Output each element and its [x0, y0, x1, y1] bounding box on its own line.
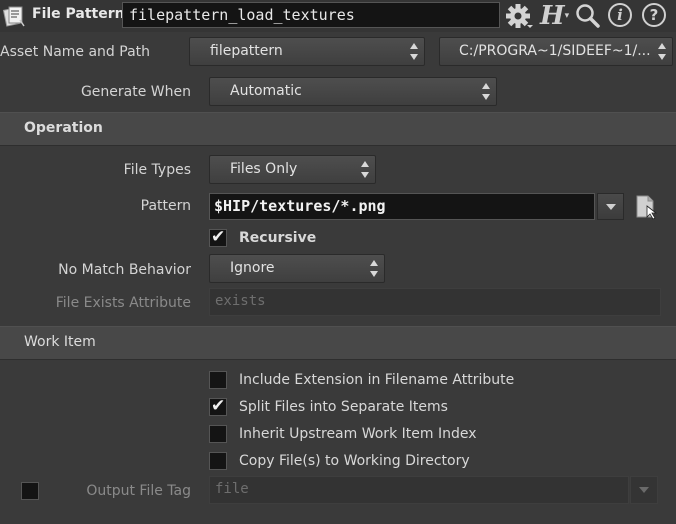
operation-section-title: Operation: [24, 120, 103, 136]
file-exists-attribute-field[interactable]: exists: [209, 288, 661, 316]
magnify-icon[interactable]: [574, 2, 602, 30]
copy-files-label: Copy File(s) to Working Directory: [239, 453, 470, 469]
file-types-value: Files Only: [230, 161, 298, 177]
houdini-h-glyph: H: [540, 1, 565, 31]
spinner-arrows-icon: [410, 43, 418, 60]
chevron-down-icon: [639, 487, 649, 493]
include-extension-label: Include Extension in Filename Attribute: [239, 372, 515, 388]
generate-when-value: Automatic: [230, 83, 302, 99]
operation-section-header[interactable]: Operation: [0, 112, 676, 146]
output-file-tag-toggle-checkbox[interactable]: [21, 482, 39, 500]
inherit-index-label: Inherit Upstream Work Item Index: [239, 426, 477, 442]
pattern-label: Pattern: [140, 198, 191, 214]
copy-files-checkbox[interactable]: [209, 452, 227, 470]
file-types-menu[interactable]: Files Only: [209, 155, 376, 184]
recursive-label: Recursive: [239, 230, 317, 246]
pattern-input[interactable]: $HIP/textures/*.png: [209, 193, 595, 220]
help-icon[interactable]: ?: [642, 2, 670, 30]
output-file-tag-field[interactable]: file: [209, 476, 629, 504]
asset-name-value: filepattern: [210, 43, 283, 59]
help-glyph: ?: [642, 3, 666, 27]
spinner-arrows-icon: [361, 161, 369, 178]
work-item-section-header[interactable]: Work Item: [0, 326, 676, 360]
info-glyph: i: [608, 3, 632, 27]
chevron-down-icon: [606, 204, 616, 210]
include-extension-checkbox[interactable]: [209, 371, 227, 389]
recursive-checkbox[interactable]: [209, 227, 227, 247]
spinner-arrows-icon: [658, 43, 666, 60]
spinner-arrows-icon: [482, 83, 490, 100]
spinner-arrows-icon: [370, 260, 378, 277]
houdini-h-icon[interactable]: H▾: [540, 2, 572, 30]
generate-when-menu[interactable]: Automatic: [209, 77, 497, 106]
output-file-tag-label: Output File Tag: [86, 483, 191, 499]
info-icon[interactable]: i: [608, 2, 636, 30]
gear-icon[interactable]: [504, 2, 534, 30]
pattern-dropdown-button[interactable]: [597, 193, 624, 220]
no-match-behavior-label: No Match Behavior: [58, 262, 191, 278]
file-types-label: File Types: [123, 162, 191, 178]
split-files-checkbox[interactable]: [209, 396, 227, 416]
output-file-tag-dropdown-button[interactable]: [630, 476, 658, 504]
asset-path-menu[interactable]: C:/PROGRA~1/SIDEEF~1/...: [439, 37, 673, 66]
asset-name-label: Asset Name and Path: [0, 44, 151, 60]
node-type-label: File Pattern: [32, 6, 125, 22]
asset-name-menu[interactable]: filepattern: [189, 37, 425, 66]
no-match-behavior-value: Ignore: [230, 260, 275, 276]
file-chooser-icon[interactable]: [634, 193, 660, 221]
asset-path-value: C:/PROGRA~1/SIDEEF~1/...: [459, 43, 651, 59]
work-item-section-title: Work Item: [24, 334, 96, 350]
node-name-field[interactable]: filepattern_load_textures: [122, 2, 500, 28]
no-match-behavior-menu[interactable]: Ignore: [209, 254, 385, 283]
split-files-label: Split Files into Separate Items: [239, 399, 448, 415]
generate-when-label: Generate When: [80, 84, 191, 100]
inherit-index-checkbox[interactable]: [209, 425, 227, 443]
file-exists-attribute-label: File Exists Attribute: [55, 295, 191, 311]
file-pattern-node-icon[interactable]: [2, 4, 26, 28]
